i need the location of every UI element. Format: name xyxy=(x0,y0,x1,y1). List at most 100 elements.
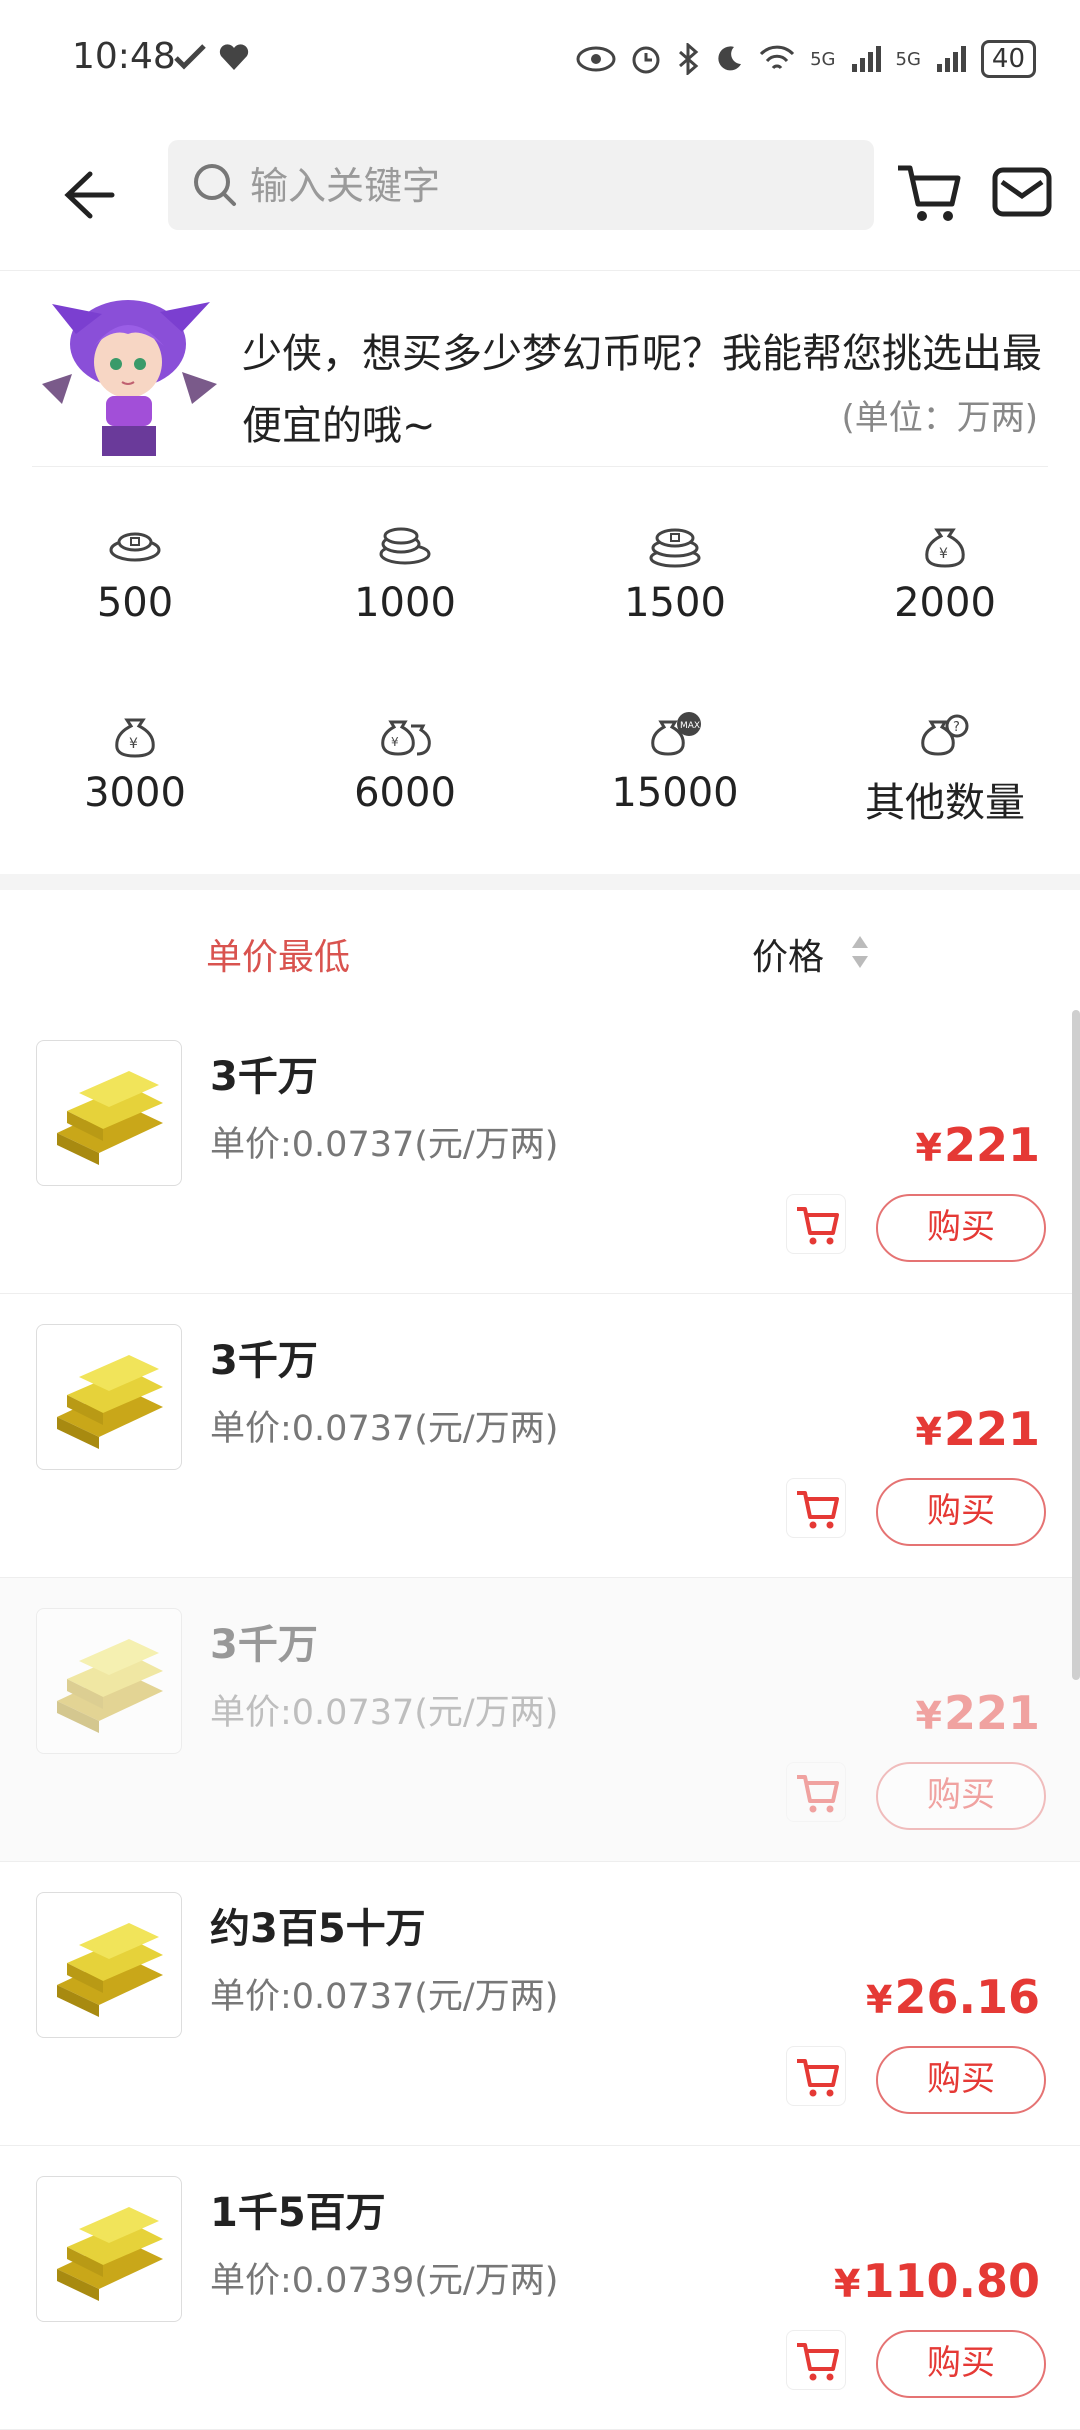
moon-icon xyxy=(718,46,742,71)
svg-text:¥: ¥ xyxy=(129,736,138,752)
gold-bars-icon xyxy=(36,1608,182,1754)
eye-icon xyxy=(576,46,616,72)
add-to-cart-icon[interactable] xyxy=(786,1478,846,1538)
coins-stack-icon xyxy=(379,527,431,565)
money-bag-question-icon: ? xyxy=(921,714,969,756)
amount-label: 其他数量 xyxy=(865,780,1025,826)
sort-bar: 单价最低 价格 xyxy=(0,890,1080,1011)
amount-label: 1000 xyxy=(354,580,456,626)
add-to-cart-icon[interactable] xyxy=(786,1762,846,1822)
cart-icon[interactable] xyxy=(894,158,964,228)
add-to-cart-icon[interactable] xyxy=(786,2046,846,2106)
top-bar xyxy=(0,120,1080,271)
sort-arrows-icon[interactable] xyxy=(848,932,872,972)
amount-option[interactable]: 500 xyxy=(0,520,270,710)
signal-bars-icon xyxy=(936,46,966,72)
wifi-icon xyxy=(760,45,795,70)
listing-row[interactable]: 3千万 单价:0.0737(元/万两) ¥221 购买 xyxy=(0,1294,1080,1578)
amount-option[interactable]: ¥ 6000 xyxy=(270,710,540,900)
currency-symbol: ¥ xyxy=(834,2262,861,2306)
money-bag-icon: ¥ xyxy=(925,528,965,568)
listing-price-value: 26.16 xyxy=(894,1970,1040,2024)
amount-option[interactable]: ¥ 3000 xyxy=(0,710,270,900)
listing-list: 3千万 单价:0.0737(元/万两) ¥221 购买 3千万 单价:0.073… xyxy=(0,1010,1080,2430)
listing-price-value: 221 xyxy=(943,1686,1040,1740)
listing-price: ¥221 xyxy=(916,1402,1040,1456)
assistant-avatar xyxy=(42,300,217,456)
back-arrow-icon[interactable] xyxy=(50,160,120,230)
gold-bars-icon xyxy=(36,1040,182,1186)
signal-2-label: 5G xyxy=(895,48,921,70)
assistant-unit: (单位：万两) xyxy=(841,398,1038,438)
amount-option[interactable]: ¥ 2000 xyxy=(810,520,1080,710)
add-to-cart-icon[interactable] xyxy=(786,2330,846,2390)
sort-price-tab[interactable]: 价格 xyxy=(752,928,824,980)
listing-price-value: 110.80 xyxy=(862,2254,1040,2308)
amount-label: 3000 xyxy=(84,770,186,816)
currency-symbol: ¥ xyxy=(915,1410,942,1454)
alarm-icon xyxy=(632,46,660,74)
listing-unit-price: 单价:0.0737(元/万两) xyxy=(210,1125,559,1165)
svg-text:¥: ¥ xyxy=(939,546,948,562)
amount-option[interactable]: 1500 xyxy=(540,520,810,710)
heart-icon xyxy=(219,44,249,70)
buy-button[interactable]: 购买 xyxy=(876,1478,1046,1546)
amount-option[interactable]: MAX 15000 xyxy=(540,710,810,900)
coins-pile-icon xyxy=(649,528,701,568)
listing-row[interactable]: 3千万 单价:0.0737(元/万两) ¥221 购买 xyxy=(0,1010,1080,1294)
scrollbar[interactable] xyxy=(1072,1010,1080,1680)
search-input[interactable] xyxy=(248,140,852,232)
money-bags-icon: ¥ xyxy=(381,720,431,756)
section-divider xyxy=(0,874,1080,890)
bluetooth-icon xyxy=(679,43,699,75)
listing-price: ¥110.80 xyxy=(834,2254,1040,2308)
currency-symbol: ¥ xyxy=(866,1978,893,2022)
listing-unit-price: 单价:0.0737(元/万两) xyxy=(210,1693,559,1733)
amount-option[interactable]: ? 其他数量 xyxy=(810,710,1080,900)
buy-button[interactable]: 购买 xyxy=(876,1762,1046,1830)
search-bar[interactable] xyxy=(168,140,874,232)
listing-unit-price: 单价:0.0737(元/万两) xyxy=(210,1977,559,2017)
amount-option[interactable]: 1000 xyxy=(270,520,540,710)
listing-row[interactable]: 3千万 单价:0.0737(元/万两) ¥221 购买 xyxy=(0,1578,1080,1862)
buy-button[interactable]: 购买 xyxy=(876,1194,1046,1262)
listing-price-value: 221 xyxy=(943,1118,1040,1172)
listing-title: 3千万 xyxy=(210,1622,318,1668)
assistant-banner: 少侠，想买多少梦幻币呢？我能帮您挑选出最便宜的哦~ (单位：万两) xyxy=(32,284,1048,467)
listing-price: ¥26.16 xyxy=(866,1970,1040,2024)
listing-unit-price: 单价:0.0737(元/万两) xyxy=(210,1409,559,1449)
buy-button[interactable]: 购买 xyxy=(876,2330,1046,2398)
signal-bars-icon xyxy=(851,46,881,72)
gold-bars-icon xyxy=(36,2176,182,2322)
listing-row[interactable]: 1千5百万 单价:0.0739(元/万两) ¥110.80 购买 xyxy=(0,2146,1080,2430)
listing-title: 3千万 xyxy=(210,1054,318,1100)
listing-title: 约3百5十万 xyxy=(210,1906,426,1952)
amount-label: 15000 xyxy=(611,770,739,816)
message-icon[interactable] xyxy=(990,160,1054,224)
svg-text:?: ? xyxy=(953,720,960,735)
amount-label: 2000 xyxy=(894,580,996,626)
listing-price: ¥221 xyxy=(916,1118,1040,1172)
svg-text:MAX: MAX xyxy=(680,721,700,731)
listing-price-value: 221 xyxy=(943,1402,1040,1456)
amount-label: 500 xyxy=(96,580,174,626)
listing-unit-price: 单价:0.0739(元/万两) xyxy=(210,2261,559,2301)
money-bag-icon: ¥ xyxy=(115,718,155,758)
svg-text:¥: ¥ xyxy=(391,735,399,749)
amount-options-grid: 500 1000 1500 ¥ 2000 ¥ 3000 ¥ 6000 MAX 1… xyxy=(0,520,1080,880)
status-notification-icons xyxy=(172,42,250,72)
money-bag-max-icon: MAX xyxy=(651,712,701,756)
listing-row[interactable]: 约3百5十万 单价:0.0737(元/万两) ¥26.16 购买 xyxy=(0,1862,1080,2146)
status-bar: 10:48 5G 5G 40 xyxy=(0,0,1080,120)
signal-1-label: 5G xyxy=(810,48,836,70)
sort-lowest-unit-price-tab[interactable]: 单价最低 xyxy=(206,928,350,980)
buy-button[interactable]: 购买 xyxy=(876,2046,1046,2114)
search-icon xyxy=(194,164,236,206)
status-system-icons: 5G 5G 40 xyxy=(576,40,1036,78)
add-to-cart-icon[interactable] xyxy=(786,1194,846,1254)
currency-symbol: ¥ xyxy=(915,1694,942,1738)
battery-indicator: 40 xyxy=(980,40,1036,78)
status-time: 10:48 xyxy=(72,36,176,77)
listing-title: 3千万 xyxy=(210,1338,318,1384)
gold-bars-icon xyxy=(36,1892,182,2038)
